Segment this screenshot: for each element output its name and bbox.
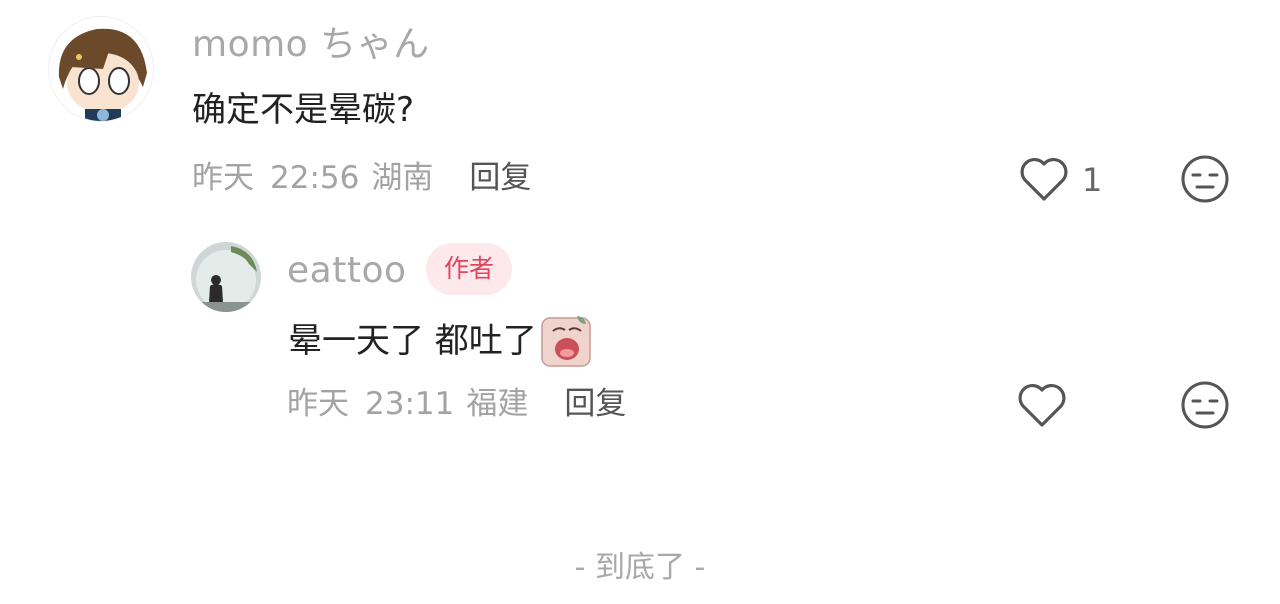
reply-username[interactable]: eattoo	[287, 251, 407, 291]
unamused-face-icon	[1181, 155, 1229, 203]
reply-reaction-button[interactable]	[1180, 380, 1230, 430]
reply-text-row: 晕一天了 都吐了	[288, 315, 591, 367]
comment-username[interactable]: momo ちゃん	[192, 25, 430, 65]
reply-reply-button[interactable]: 回复	[564, 386, 626, 422]
author-badge: 作者	[426, 243, 513, 295]
unamused-face-icon	[1181, 381, 1229, 429]
comment-reply-button[interactable]: 回复	[469, 160, 531, 196]
comment-time: 22:56	[270, 160, 360, 196]
reply-date: 昨天	[287, 386, 349, 422]
reply-text: 晕一天了 都吐了	[288, 321, 537, 361]
comment-like-button[interactable]	[1018, 154, 1070, 204]
comment-meta: 昨天 22:56 湖南 回复	[192, 160, 531, 196]
heart-outline-icon	[1020, 157, 1068, 201]
comment-date: 昨天	[192, 160, 254, 196]
heart-outline-icon	[1018, 383, 1066, 427]
comment-text: 确定不是晕碳?	[192, 90, 415, 130]
reply-time: 23:11	[365, 386, 455, 422]
crying-emoji-icon	[541, 316, 591, 367]
comment-avatar[interactable]	[48, 16, 154, 122]
reply-like-button[interactable]	[1016, 380, 1068, 430]
comment-location: 湖南	[371, 160, 434, 196]
comment-reaction-button[interactable]	[1180, 154, 1230, 204]
end-of-list-text: - 到底了 -	[574, 550, 706, 585]
comment-like-count: 1	[1082, 161, 1103, 199]
reply-meta: 昨天 23:11 福建 回复	[287, 386, 626, 422]
reply-location: 福建	[466, 386, 529, 422]
reply-avatar[interactable]	[191, 242, 261, 312]
